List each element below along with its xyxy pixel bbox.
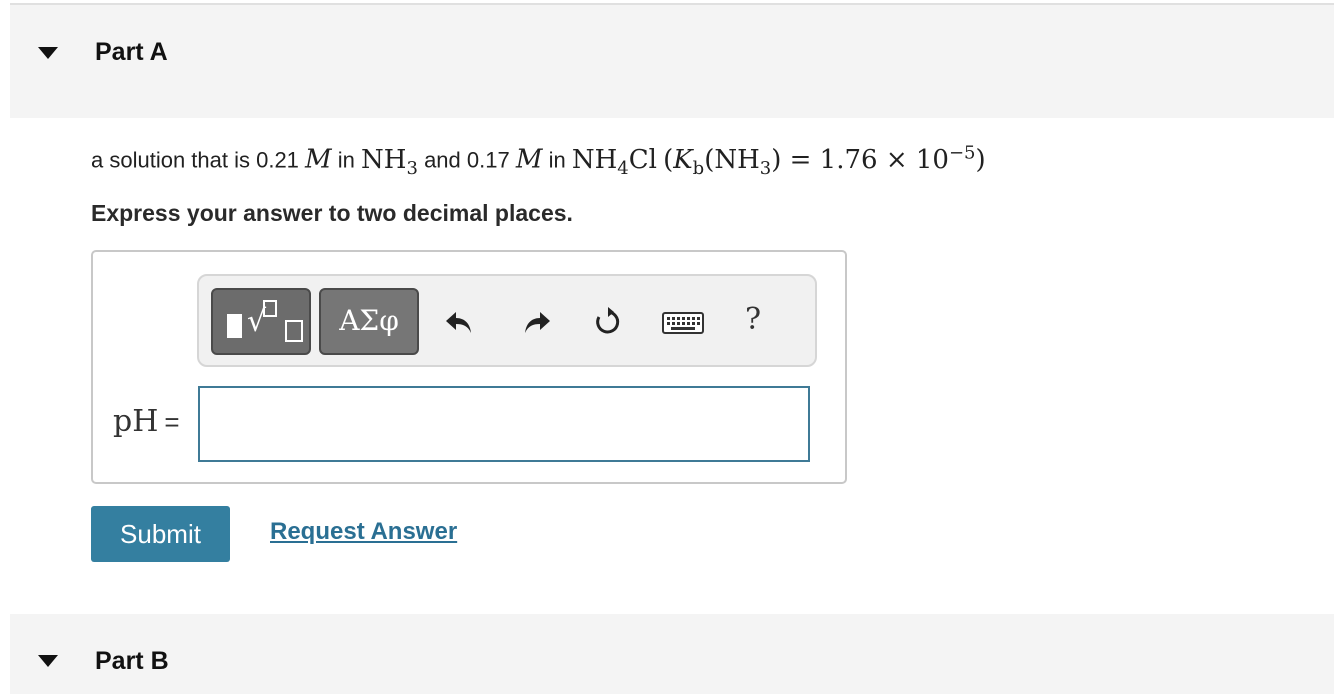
radical-icon: √ [247, 304, 267, 339]
templates-square-icon [227, 314, 242, 338]
instruction-text: Express your answer to two decimal place… [91, 200, 573, 226]
part-a-title: Part A [95, 38, 168, 66]
undo-icon[interactable] [443, 306, 475, 338]
keyboard-icon[interactable] [662, 312, 704, 334]
math-toolbar: √ ΑΣφ ? [197, 274, 817, 367]
request-answer-link[interactable]: Request Answer [270, 518, 457, 546]
answer-label: pH = [113, 404, 180, 439]
greek-symbols-button[interactable]: ΑΣφ [319, 288, 419, 355]
answer-box: √ ΑΣφ ? pH = [91, 250, 847, 484]
templates-box2-icon [285, 320, 303, 342]
submit-button[interactable]: Submit [91, 506, 230, 562]
question-text: a solution that is 0.21 M in NH3 and 0.1… [91, 142, 986, 179]
collapse-caret-icon[interactable] [38, 655, 58, 667]
templates-button[interactable]: √ [211, 288, 311, 355]
part-a-header[interactable]: Part A [10, 5, 1334, 118]
help-button[interactable]: ? [745, 302, 761, 337]
part-b-title: Part B [95, 647, 169, 675]
redo-icon[interactable] [521, 306, 553, 338]
part-b-header[interactable]: Part B [10, 614, 1334, 694]
reset-icon[interactable] [592, 306, 624, 338]
collapse-caret-icon[interactable] [38, 47, 58, 59]
ph-answer-input[interactable] [198, 386, 810, 462]
